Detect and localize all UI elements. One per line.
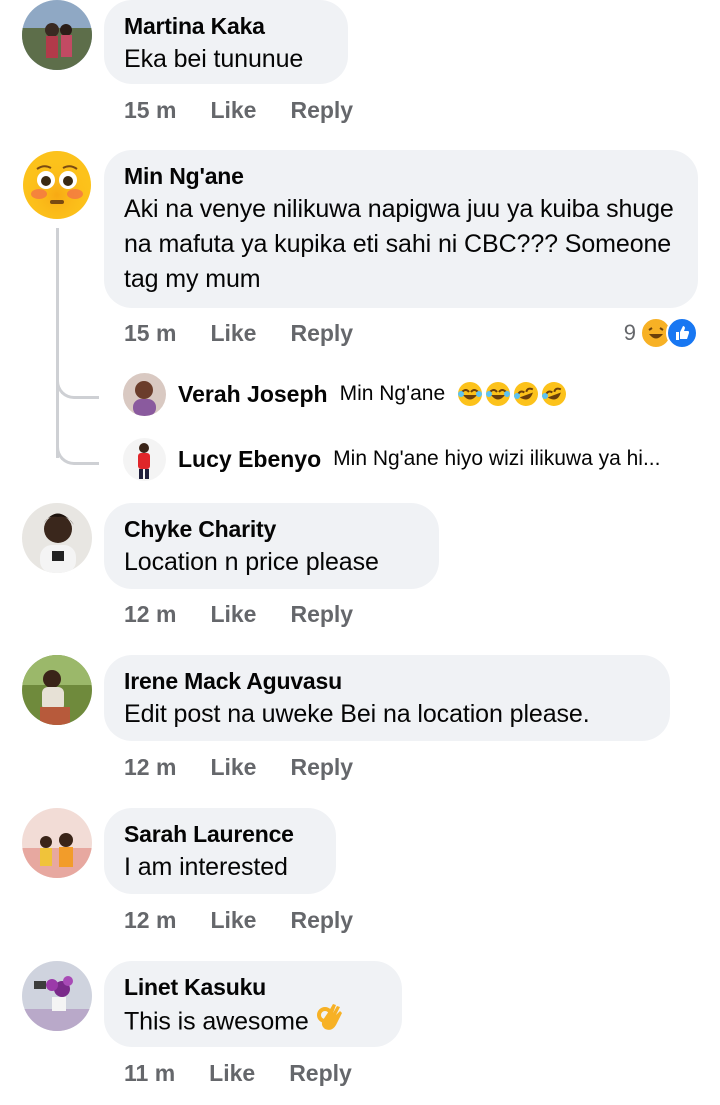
thread-line bbox=[56, 228, 59, 458]
avatar[interactable] bbox=[22, 503, 92, 573]
comment-bubble[interactable]: Min Ng'ane Aki na venye nilikuwa napigwa… bbox=[104, 150, 698, 308]
like-button[interactable]: Like bbox=[210, 754, 256, 781]
reply-button[interactable]: Reply bbox=[290, 601, 353, 628]
laughing-emoji-icon bbox=[457, 381, 567, 407]
comment-text: Eka bei tununue bbox=[124, 45, 304, 73]
reply-button[interactable]: Reply bbox=[290, 97, 353, 124]
like-button[interactable]: Like bbox=[210, 97, 256, 124]
reply-author[interactable]: Verah Joseph bbox=[178, 381, 328, 408]
comment-bubble[interactable]: Sarah Laurence I am interested bbox=[104, 808, 336, 894]
comment-text: Edit post na uweke Bei na location pleas… bbox=[124, 700, 590, 728]
timestamp[interactable]: 15 m bbox=[124, 320, 176, 347]
comment-author[interactable]: Sarah Laurence bbox=[124, 820, 316, 848]
flushed-emoji-icon[interactable] bbox=[22, 150, 92, 220]
comment-author[interactable]: Min Ng'ane bbox=[124, 162, 678, 190]
comment-actions: 12 m Like Reply bbox=[124, 754, 353, 781]
ok-hand-emoji-icon bbox=[316, 1003, 344, 1043]
thread-branch bbox=[56, 372, 99, 399]
reply-verah[interactable]: Verah Joseph Min Ng'ane bbox=[123, 372, 567, 416]
comment-text: I am interested bbox=[124, 853, 288, 881]
comment-bubble[interactable]: Martina Kaka Eka bei tununue bbox=[104, 0, 348, 84]
timestamp[interactable]: 12 m bbox=[124, 907, 176, 934]
timestamp[interactable]: 12 m bbox=[124, 754, 176, 781]
avatar[interactable] bbox=[22, 808, 92, 878]
avatar[interactable] bbox=[123, 372, 166, 416]
thumbs-up-icon bbox=[666, 317, 698, 349]
comment-text-content: This is awesome bbox=[124, 1007, 309, 1036]
comment-text: Aki na venye nilikuwa napigwa juu ya kui… bbox=[124, 195, 674, 293]
comment-bubble[interactable]: Irene Mack Aguvasu Edit post na uweke Be… bbox=[104, 655, 670, 741]
timestamp[interactable]: 15 m bbox=[124, 97, 176, 124]
comment-text: Location n price please bbox=[124, 548, 379, 576]
reaction-count: 9 bbox=[623, 320, 636, 345]
like-button[interactable]: Like bbox=[210, 320, 256, 347]
reply-text: Min Ng'ane hiyo wizi ilikuwa ya hi... bbox=[333, 447, 661, 470]
avatar[interactable] bbox=[22, 0, 92, 70]
comment-actions: 15 m Like Reply bbox=[124, 320, 353, 347]
timestamp[interactable]: 12 m bbox=[124, 601, 176, 628]
like-button[interactable]: Like bbox=[209, 1060, 255, 1087]
comment-author[interactable]: Chyke Charity bbox=[124, 515, 419, 543]
comment-author[interactable]: Martina Kaka bbox=[124, 12, 328, 40]
comment-bubble[interactable]: Linet Kasuku This is awesome bbox=[104, 961, 402, 1047]
comment-author[interactable]: Linet Kasuku bbox=[124, 973, 382, 1001]
avatar[interactable] bbox=[22, 961, 92, 1031]
comment-actions: 11 m Like Reply bbox=[124, 1060, 352, 1087]
comment-bubble[interactable]: Chyke Charity Location n price please bbox=[104, 503, 439, 589]
thread-branch bbox=[56, 438, 99, 465]
comment-author[interactable]: Irene Mack Aguvasu bbox=[124, 667, 650, 695]
reply-button[interactable]: Reply bbox=[290, 320, 353, 347]
like-button[interactable]: Like bbox=[210, 907, 256, 934]
reply-text: Min Ng'ane bbox=[339, 382, 446, 405]
comment-text: This is awesome bbox=[124, 1003, 382, 1043]
like-button[interactable]: Like bbox=[210, 601, 256, 628]
reply-button[interactable]: Reply bbox=[289, 1060, 352, 1087]
comment-actions: 12 m Like Reply bbox=[124, 601, 353, 628]
comment-actions: 12 m Like Reply bbox=[124, 907, 353, 934]
reply-lucy[interactable]: Lucy Ebenyo Min Ng'ane hiyo wizi ilikuwa… bbox=[123, 437, 660, 481]
timestamp[interactable]: 11 m bbox=[124, 1060, 175, 1087]
reply-button[interactable]: Reply bbox=[290, 907, 353, 934]
avatar[interactable] bbox=[22, 655, 92, 725]
comment-actions: 15 m Like Reply bbox=[124, 97, 353, 124]
avatar[interactable] bbox=[123, 437, 166, 481]
reply-author[interactable]: Lucy Ebenyo bbox=[178, 446, 321, 473]
reaction-summary[interactable]: 9 bbox=[624, 317, 698, 349]
reply-button[interactable]: Reply bbox=[290, 754, 353, 781]
